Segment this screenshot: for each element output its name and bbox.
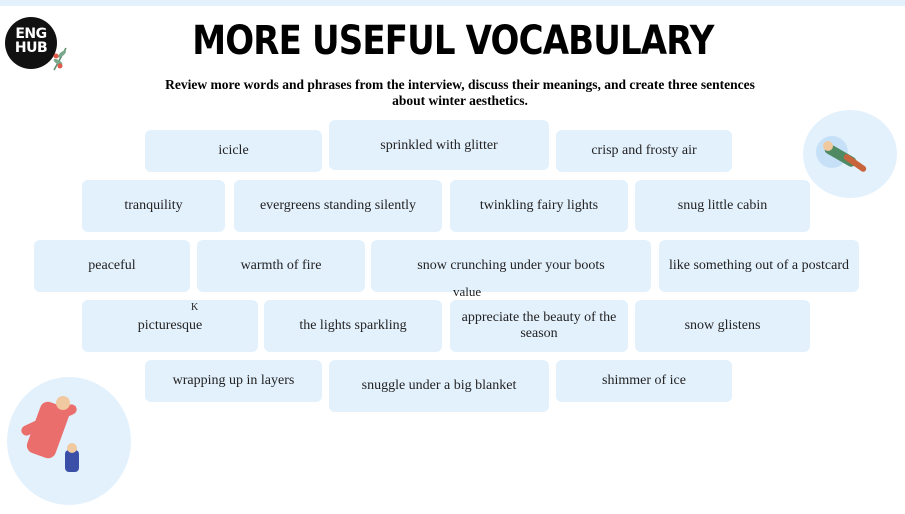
vocab-card[interactable]: like something out of a postcard [659,240,859,292]
vocab-card[interactable]: crisp and frosty air [556,130,732,172]
snow-angel-illustration-icon [803,110,897,198]
vocab-card[interactable]: appreciate the beauty of the season [450,300,628,352]
vocab-card[interactable]: icicle [145,130,322,172]
vocab-card[interactable]: warmth of fire [197,240,365,292]
vocab-card[interactable]: shimmer of ice [556,360,732,402]
vocab-card[interactable]: the lights sparkling [264,300,442,352]
vocab-card[interactable]: sprinkled with glitter [329,120,549,170]
vocab-card[interactable]: tranquility [82,180,225,232]
vocab-card[interactable]: snug little cabin [635,180,810,232]
stray-text-value: value [453,284,482,299]
kids-snow-angel-illustration-icon [7,377,131,505]
vocab-card[interactable]: twinkling fairy lights [450,180,628,232]
vocab-card[interactable]: wrapping up in layers [145,360,322,402]
vocab-card[interactable]: peaceful [34,240,190,292]
vocab-card[interactable]: snuggle under a big blanket [329,360,549,412]
top-bar [0,0,905,6]
vocab-card[interactable]: snow crunching under your boots [371,240,651,292]
instructions: Review more words and phrases from the i… [165,77,755,108]
stray-text-k: K [191,302,199,313]
vocab-card[interactable]: picturesque [82,300,258,352]
vocab-card[interactable]: evergreens standing silently [234,180,442,232]
holly-leaf-icon [53,47,67,71]
page-title: MORE USEFUL VOCABULARY [192,18,714,64]
vocab-card[interactable]: snow glistens [635,300,810,352]
logo-line1: ENG [15,26,47,42]
